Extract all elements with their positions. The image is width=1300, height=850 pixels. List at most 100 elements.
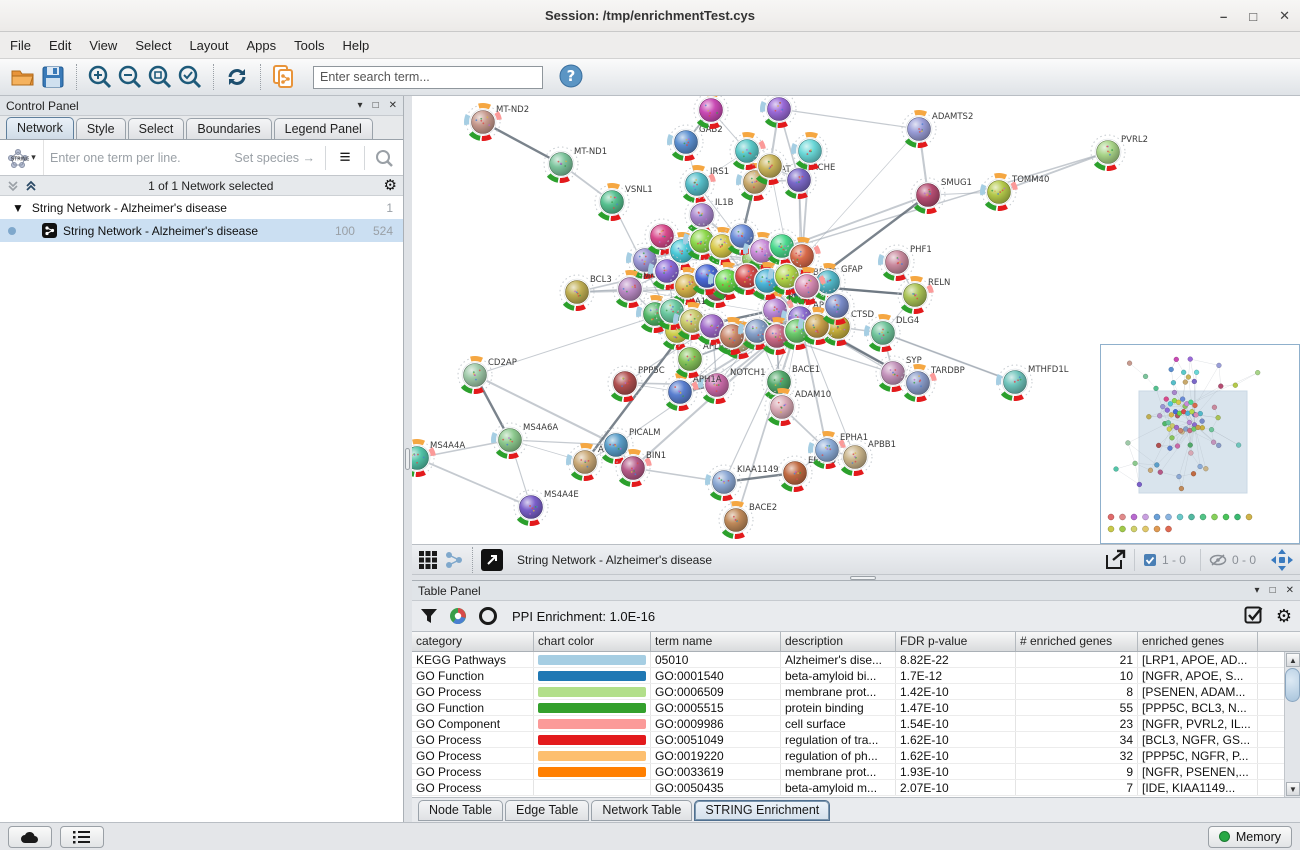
scroll-down-arrow[interactable]: ▼	[1286, 782, 1300, 796]
birdseye-view[interactable]	[1100, 344, 1300, 544]
menu-item-help[interactable]: Help	[343, 38, 370, 53]
tab-boundaries[interactable]: Boundaries	[186, 118, 271, 139]
column-header-chart-color[interactable]: chart color	[534, 632, 651, 651]
close-button[interactable]: ✕	[1279, 8, 1290, 24]
table-row[interactable]: GO ProcessGO:0051049regulation of tra...…	[412, 732, 1300, 748]
table-panel-menu-icon[interactable]: ▾	[1255, 585, 1260, 596]
copy-network-icon[interactable]	[269, 62, 299, 92]
menu-item-file[interactable]: File	[10, 38, 31, 53]
table-row[interactable]: GO ProcessGO:0033619membrane prot...1.93…	[412, 764, 1300, 780]
column-header-description[interactable]: description	[781, 632, 896, 651]
table-row[interactable]: GO ProcessGO:0019220regulation of ph...1…	[412, 748, 1300, 764]
network-node-ms4a4a[interactable]: MS4A4A	[412, 441, 465, 475]
refresh-icon[interactable]	[222, 62, 252, 92]
menu-item-view[interactable]: View	[89, 38, 117, 53]
save-icon[interactable]	[38, 62, 68, 92]
pan-navigation-icon[interactable]	[1270, 548, 1294, 572]
tab-select[interactable]: Select	[128, 118, 185, 139]
network-node-mt-nd2[interactable]: MT-ND2	[466, 105, 529, 139]
string-search-icon[interactable]	[365, 149, 403, 167]
network-node-mthfd1l[interactable]: MTHFD1L	[998, 365, 1069, 399]
collapse-all-icon[interactable]	[6, 179, 20, 193]
chart-color-icon[interactable]	[448, 606, 468, 626]
column-header-enriched-genes[interactable]: enriched genes	[1138, 632, 1258, 651]
column-header-term-name[interactable]: term name	[651, 632, 781, 651]
minimize-button[interactable]: –	[1220, 9, 1227, 24]
search-input[interactable]	[313, 66, 543, 89]
export-network-icon[interactable]	[1104, 549, 1128, 571]
network-node-smug1[interactable]: SMUG1	[911, 178, 972, 212]
tab-node-table[interactable]: Node Table	[418, 800, 503, 821]
table-row[interactable]: GO ComponentGO:0009986cell surface1.54E-…	[412, 716, 1300, 732]
table-row[interactable]: GO FunctionGO:0005515protein binding1.47…	[412, 700, 1300, 716]
open-file-icon[interactable]	[8, 62, 38, 92]
network-node-phf1[interactable]: PHF1	[880, 245, 932, 279]
menu-item-select[interactable]: Select	[135, 38, 171, 53]
task-list-button[interactable]	[60, 826, 104, 848]
network-node[interactable]	[694, 96, 728, 127]
network-node-reln[interactable]: RELN	[898, 278, 950, 312]
collection-expand-icon[interactable]: ▼	[12, 201, 24, 215]
network-node-vsnl1[interactable]: VSNL1	[595, 185, 653, 219]
table-row[interactable]: GO ProcessGO:0006509membrane prot...1.42…	[412, 684, 1300, 700]
tab-legend-panel[interactable]: Legend Panel	[274, 118, 373, 139]
table-settings-gear-icon[interactable]: ⚙	[1276, 607, 1292, 625]
ring-chart-icon[interactable]	[478, 606, 498, 626]
network-node-cd2ap[interactable]: CD2AP	[458, 358, 517, 392]
tab-network[interactable]: Network	[6, 117, 74, 139]
column-header-category[interactable]: category	[412, 632, 534, 651]
maximize-button[interactable]: □	[1249, 9, 1257, 24]
detach-view-icon[interactable]	[481, 549, 503, 571]
table-scrollbar[interactable]: ▲ ▼	[1284, 652, 1300, 797]
panel-float-icon[interactable]: □	[373, 100, 379, 111]
string-logo-icon[interactable]: STRING ▾	[0, 140, 44, 175]
tab-string-enrichment[interactable]: STRING Enrichment	[694, 800, 830, 821]
set-species-hint[interactable]: Set species →	[234, 151, 325, 165]
filter-icon[interactable]	[420, 607, 438, 625]
table-row[interactable]: GO ProcessGO:0050435beta-amyloid m...2.0…	[412, 780, 1300, 796]
network-node-tardbp[interactable]: TARDBP	[901, 366, 965, 400]
network-node-irs1[interactable]: IRS1	[680, 167, 729, 201]
network-row[interactable]: String Network - Alzheimer's disease 100…	[0, 219, 403, 242]
grid-view-icon[interactable]	[418, 550, 438, 570]
select-columns-icon[interactable]	[1244, 606, 1264, 626]
network-canvas[interactable]: MT-ND2MT-ND1VSNL1GAB2IRS1IL1BCHATACHEAPO…	[412, 96, 1300, 544]
table-row[interactable]: GO FunctionGO:0001540beta-amyloid bi...1…	[412, 668, 1300, 684]
scroll-thumb[interactable]	[1285, 668, 1300, 702]
tab-network-table[interactable]: Network Table	[591, 800, 692, 821]
column-header-fdr-p-value[interactable]: FDR p-value	[896, 632, 1016, 651]
network-node-ms4a4e[interactable]: MS4A4E	[514, 490, 579, 524]
network-node-il1b[interactable]: IL1B	[685, 198, 734, 232]
table-panel-float-icon[interactable]: □	[1270, 585, 1276, 596]
table-panel-close-icon[interactable]: ✕	[1286, 585, 1294, 596]
table-row[interactable]: KEGG Pathways05010Alzheimer's dise...8.8…	[412, 652, 1300, 668]
column-header--enriched-genes[interactable]: # enriched genes	[1016, 632, 1138, 651]
cloud-button[interactable]	[8, 826, 52, 848]
menu-item-apps[interactable]: Apps	[247, 38, 277, 53]
vertical-splitter[interactable]	[404, 96, 412, 822]
zoom-out-icon[interactable]	[115, 62, 145, 92]
string-options-icon[interactable]: ≡	[326, 147, 364, 169]
memory-button[interactable]: Memory	[1208, 826, 1292, 848]
scroll-up-arrow[interactable]: ▲	[1286, 653, 1300, 667]
horizontal-splitter[interactable]	[412, 574, 1300, 581]
string-query-input[interactable]	[44, 151, 234, 165]
network-node-tomm40[interactable]: TOMM40	[982, 175, 1049, 209]
network-node[interactable]	[762, 96, 796, 126]
zoom-in-icon[interactable]	[85, 62, 115, 92]
panel-menu-icon[interactable]: ▾	[358, 100, 363, 111]
panel-close-icon[interactable]: ✕	[389, 100, 397, 111]
network-node-bace2[interactable]: BACE2	[719, 503, 777, 537]
share-view-icon[interactable]	[444, 550, 464, 570]
zoom-selected-icon[interactable]	[175, 62, 205, 92]
network-node-kiaa1149[interactable]: KIAA1149	[707, 465, 779, 499]
network-node-adamts2[interactable]: ADAMTS2	[902, 112, 973, 146]
menu-item-edit[interactable]: Edit	[49, 38, 71, 53]
tab-edge-table[interactable]: Edge Table	[505, 800, 589, 821]
network-node-apbb1[interactable]: APBB1	[838, 440, 896, 474]
network-panel-gear-icon[interactable]: ⚙	[384, 178, 397, 193]
splitter-handle[interactable]	[405, 448, 410, 470]
zoom-fit-icon[interactable]	[145, 62, 175, 92]
help-icon[interactable]: ?	[559, 64, 583, 91]
network-collection-row[interactable]: ▼ String Network - Alzheimer's disease 1	[0, 196, 403, 219]
